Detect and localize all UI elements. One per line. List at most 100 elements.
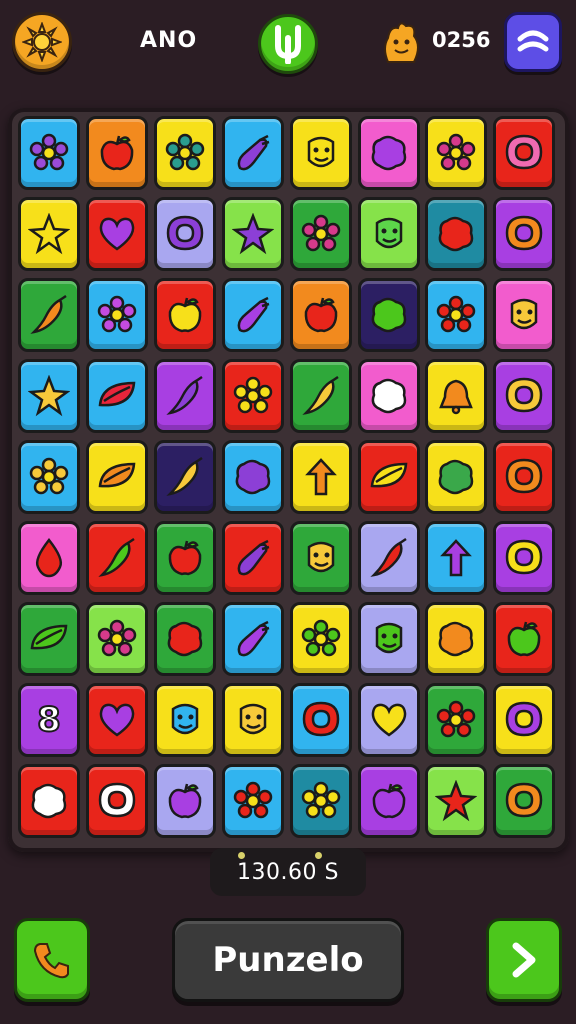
tile-flower[interactable]	[289, 764, 352, 838]
ring-icon	[503, 456, 545, 498]
tile-blob[interactable]	[425, 440, 488, 514]
tile-blob[interactable]	[221, 440, 284, 514]
tile-face[interactable]	[289, 116, 352, 190]
apple-icon	[164, 294, 206, 336]
tile-face[interactable]	[221, 683, 284, 757]
tile-flower[interactable]	[18, 116, 80, 190]
tile-flower[interactable]	[85, 602, 148, 676]
tile-blob[interactable]	[357, 116, 420, 190]
tile-leaf[interactable]	[85, 440, 148, 514]
tile-ring[interactable]	[493, 359, 556, 433]
menu-button[interactable]	[504, 12, 562, 72]
next-button[interactable]	[486, 918, 562, 1002]
tile-chili[interactable]	[153, 359, 216, 433]
tile-blob[interactable]	[425, 197, 488, 271]
tile-apple[interactable]	[493, 602, 556, 676]
tile-eggplant[interactable]	[221, 116, 284, 190]
flower-icon	[435, 132, 477, 174]
apple-icon	[96, 132, 138, 174]
tile-ring[interactable]	[153, 197, 216, 271]
tile-flower[interactable]	[425, 278, 488, 352]
tile-face[interactable]	[153, 683, 216, 757]
flower-icon	[164, 132, 206, 174]
tile-arrow[interactable]	[425, 521, 488, 595]
tile-apple[interactable]	[289, 278, 352, 352]
tile-blob[interactable]	[153, 602, 216, 676]
tile-flower[interactable]	[221, 359, 284, 433]
phone-icon	[33, 943, 69, 979]
top-score: 0256	[432, 28, 491, 52]
tile-flower[interactable]	[221, 764, 284, 838]
tile-blob[interactable]	[357, 278, 420, 352]
tile-ring[interactable]	[493, 197, 556, 271]
tile-flower[interactable]	[425, 116, 488, 190]
tile-heart[interactable]	[357, 683, 420, 757]
counter-dots	[238, 852, 322, 859]
tile-blob[interactable]	[18, 764, 80, 838]
tile-face[interactable]	[357, 197, 420, 271]
tile-eggplant[interactable]	[221, 521, 284, 595]
tile-heart[interactable]	[85, 683, 148, 757]
tile-leaf[interactable]	[18, 602, 80, 676]
tile-flower[interactable]	[289, 197, 352, 271]
tile-ring[interactable]	[289, 683, 352, 757]
tile-chili[interactable]	[153, 440, 216, 514]
tile-star[interactable]	[425, 764, 488, 838]
ring-icon	[503, 213, 545, 255]
tile-apple[interactable]	[153, 278, 216, 352]
tile-chili[interactable]	[357, 521, 420, 595]
bell-icon	[435, 375, 477, 417]
tile-apple[interactable]	[357, 764, 420, 838]
tile-chili[interactable]	[18, 278, 80, 352]
tile-ring[interactable]	[493, 440, 556, 514]
tile-chili[interactable]	[289, 359, 352, 433]
tile-ring[interactable]	[493, 116, 556, 190]
tile-bell[interactable]	[425, 359, 488, 433]
tile-chili[interactable]	[85, 521, 148, 595]
timer-counter: 130.60 S	[210, 848, 366, 896]
tile-flower[interactable]	[18, 440, 80, 514]
tile-star[interactable]	[18, 197, 80, 271]
tile-flower[interactable]	[425, 683, 488, 757]
tile-ring[interactable]	[493, 683, 556, 757]
tile-ring[interactable]	[493, 521, 556, 595]
phone-button[interactable]	[14, 918, 90, 1002]
eggplant-icon	[232, 537, 274, 579]
tile-blob[interactable]	[425, 602, 488, 676]
tile-ring[interactable]	[493, 764, 556, 838]
main-action-button[interactable]: Punzelo	[172, 918, 404, 1002]
flower-icon	[232, 780, 274, 822]
header-title: ANO	[140, 28, 198, 53]
ring-icon	[300, 699, 342, 741]
tile-blob[interactable]	[357, 359, 420, 433]
tile-arrow[interactable]	[289, 440, 352, 514]
tile-leaf[interactable]	[357, 440, 420, 514]
tile-glyph8[interactable]: 8	[18, 683, 80, 757]
tile-ring[interactable]	[85, 764, 148, 838]
tile-eggplant[interactable]	[221, 278, 284, 352]
tile-leaf[interactable]	[85, 359, 148, 433]
sun-button[interactable]	[12, 12, 72, 72]
tile-flower[interactable]	[153, 116, 216, 190]
logo-button[interactable]	[258, 14, 318, 74]
tile-apple[interactable]	[153, 764, 216, 838]
ring-icon	[96, 780, 138, 822]
tile-star[interactable]	[18, 359, 80, 433]
face-icon	[232, 699, 274, 741]
leaf-icon	[96, 375, 138, 417]
tile-face[interactable]	[289, 521, 352, 595]
tile-star[interactable]	[221, 197, 284, 271]
tile-flower[interactable]	[85, 278, 148, 352]
tile-face[interactable]	[493, 278, 556, 352]
tile-flower[interactable]	[289, 602, 352, 676]
tile-apple[interactable]	[153, 521, 216, 595]
tile-drop[interactable]	[18, 521, 80, 595]
tile-apple[interactable]	[85, 116, 148, 190]
tile-heart[interactable]	[85, 197, 148, 271]
flower-icon	[300, 618, 342, 660]
tile-face[interactable]	[357, 602, 420, 676]
ring-icon	[503, 537, 545, 579]
sun-icon	[22, 22, 62, 62]
tile-eggplant[interactable]	[221, 602, 284, 676]
face-icon	[300, 132, 342, 174]
